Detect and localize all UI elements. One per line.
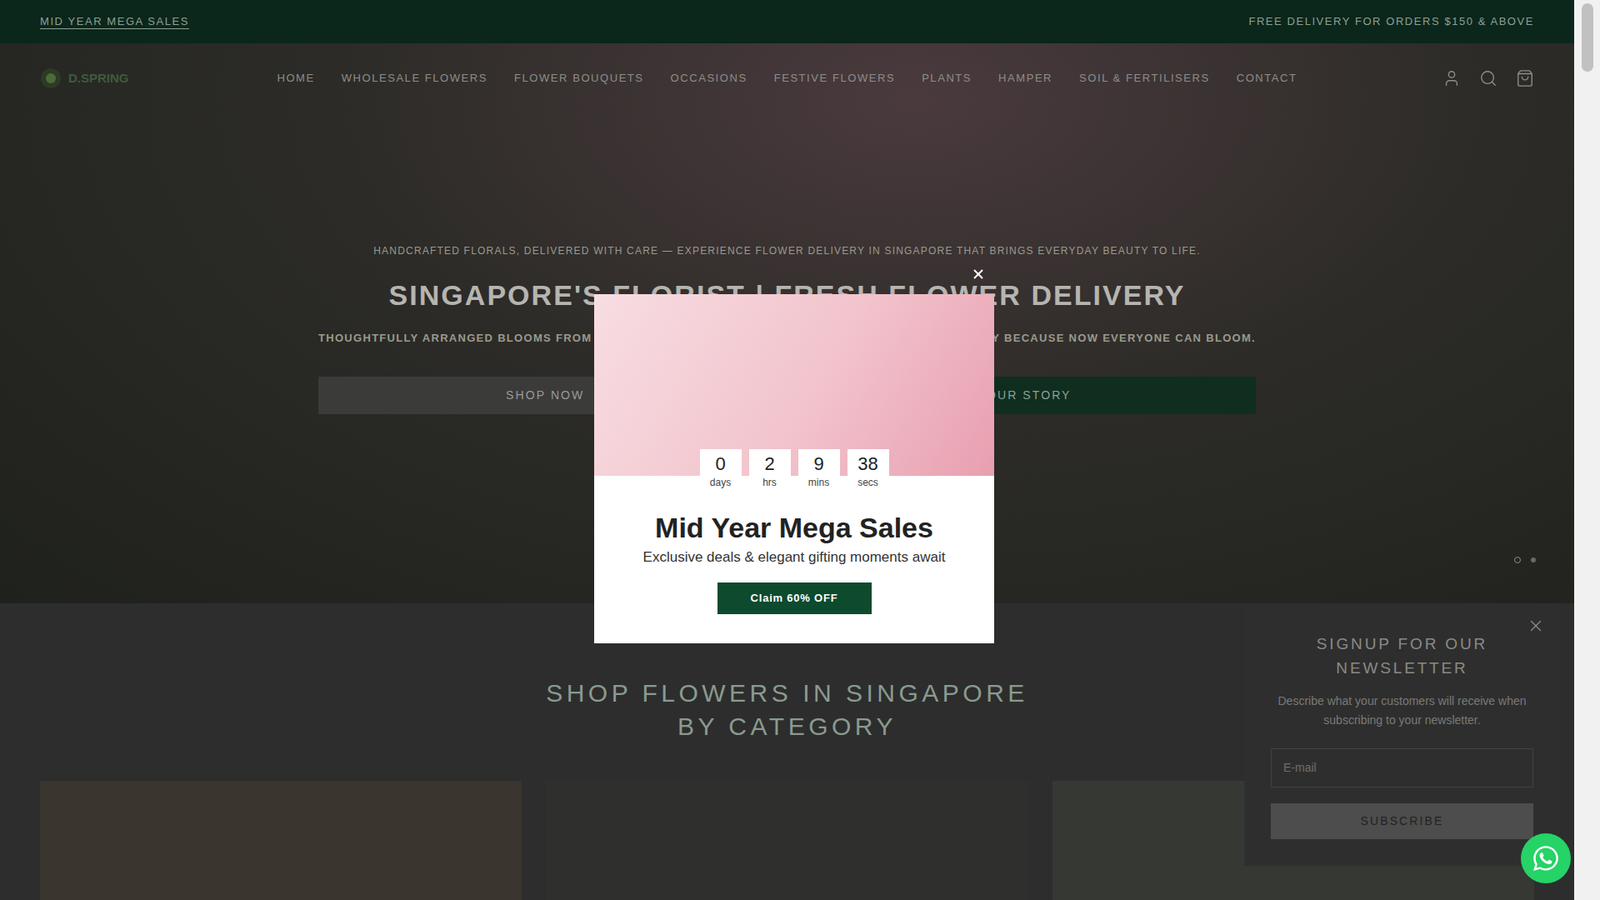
header-icons xyxy=(1367,69,1535,88)
page: MID YEAR MEGA SALES FREE DELIVERY FOR ORD… xyxy=(0,0,1600,900)
whatsapp-icon xyxy=(1531,844,1560,873)
scrollbar-thumb[interactable] xyxy=(1581,3,1594,72)
scrollbar xyxy=(1574,0,1600,900)
nav-item[interactable]: FESTIVE FLOWERS xyxy=(774,70,895,87)
email-input[interactable]: E-mail xyxy=(1270,748,1534,788)
newsletter-panel: SIGNUP FOR OUR NEWSLETTER Describe what y… xyxy=(1244,603,1560,866)
slide-dot[interactable] xyxy=(1530,557,1536,563)
whatsapp-button[interactable] xyxy=(1520,833,1571,884)
sales-modal: 0days2hrs9mins38secs Mid Year Mega SalesE… xyxy=(594,294,995,644)
close-icon[interactable] xyxy=(1526,616,1545,635)
subscribe-button[interactable]: SUBSCRIBE xyxy=(1270,803,1534,840)
countdown-box: 38secs xyxy=(847,449,890,491)
site-header: D.SPRING HOME WHOLESALE FLOWERS FLOWER BOUQ… xyxy=(0,43,1575,114)
nav-item[interactable]: WHOLESALE FLOWERS xyxy=(341,70,488,87)
countdown-box: 2hrs xyxy=(749,449,791,491)
main-nav: HOME WHOLESALE FLOWERS FLOWER BOUQUETS OCCA… xyxy=(206,70,1368,87)
logo[interactable]: D.SPRING xyxy=(40,67,207,90)
nav-item[interactable]: OCCASIONS xyxy=(670,70,748,87)
announcement-link[interactable]: MID YEAR MEGA SALES xyxy=(40,13,190,30)
countdown: 0days2hrs9mins38secs xyxy=(700,449,890,491)
modal-subtitle: Exclusive deals & elegant gifting moment… xyxy=(643,547,946,568)
nav-item[interactable]: HAMPER xyxy=(998,70,1053,87)
cart-icon[interactable] xyxy=(1515,69,1535,88)
category-card[interactable] xyxy=(40,780,522,900)
sales-banner xyxy=(594,294,995,476)
newsletter-title: SIGNUP FOR OUR NEWSLETTER xyxy=(1294,631,1511,680)
nav-item[interactable]: HOME xyxy=(276,70,315,87)
countdown-box: 9mins xyxy=(798,449,840,491)
account-icon[interactable] xyxy=(1442,69,1461,88)
nav-item[interactable]: FLOWER BOUQUETS xyxy=(514,70,645,87)
announcement-text: FREE DELIVERY FOR ORDERS $150 & ABOVE xyxy=(1248,13,1535,30)
logo-icon xyxy=(40,67,62,90)
category-title: SHOP FLOWERS IN SINGAPORE BY CATEGORY xyxy=(520,676,1055,744)
hero-kicker: HANDCRAFTED FLORALS, DELIVERED WITH CARE… xyxy=(373,243,1201,259)
modal-title: Mid Year Mega Sales xyxy=(655,510,934,545)
modal-close-icon[interactable] xyxy=(970,266,986,282)
countdown-box: 0days xyxy=(700,449,742,491)
nav-item[interactable]: SOIL & FERTILISERS xyxy=(1079,70,1210,87)
newsletter-description: Describe what your customers will receiv… xyxy=(1270,691,1534,730)
slide-dot[interactable] xyxy=(1514,556,1521,564)
nav-item[interactable]: PLANTS xyxy=(921,70,972,87)
claim-button[interactable]: Claim 60% OFF xyxy=(717,582,872,615)
nav-item[interactable]: CONTACT xyxy=(1236,70,1298,87)
announcement-bar: MID YEAR MEGA SALES FREE DELIVERY FOR ORD… xyxy=(0,0,1575,44)
slide-dots xyxy=(1514,556,1536,564)
search-icon[interactable] xyxy=(1479,69,1498,88)
category-card[interactable] xyxy=(545,780,1028,900)
